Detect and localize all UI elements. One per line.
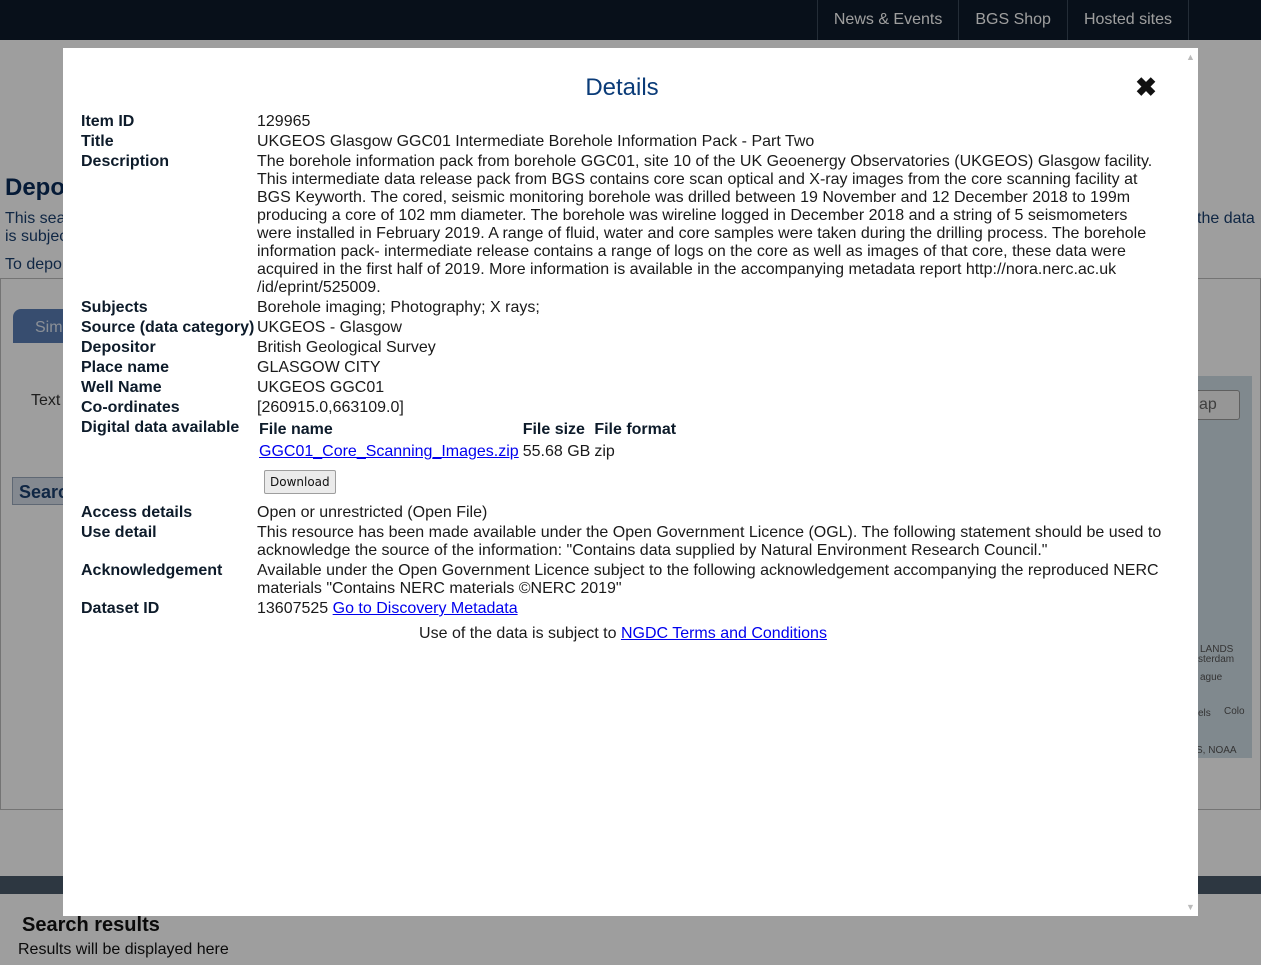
terms-text: Use of the data is subject to <box>419 625 621 642</box>
file-size: 55.68 GB <box>522 443 591 460</box>
value-subjects: Borehole imaging; Photography; X rays; <box>257 299 540 316</box>
discovery-metadata-link[interactable]: Go to Discovery Metadata <box>333 600 518 617</box>
value-use-detail: This resource has been made available un… <box>257 524 1172 560</box>
files-table-header: File name File size File format <box>257 420 678 441</box>
value-coordinates: [260915.0,663109.0] <box>257 399 404 416</box>
close-icon[interactable]: ✖ <box>1133 74 1159 100</box>
label-subjects: Subjects <box>81 299 148 316</box>
file-name-link[interactable]: GGC01_Core_Scanning_Images.zip <box>259 443 519 460</box>
label-title: Title <box>81 133 114 150</box>
column-file-name: File name <box>259 421 333 438</box>
label-depositor: Depositor <box>81 339 156 356</box>
value-description: The borehole information pack from boreh… <box>257 153 1162 297</box>
download-button[interactable]: Download <box>264 470 336 494</box>
value-well-name: UKGEOS GGC01 <box>257 379 385 396</box>
use-detail-line: acknowledge the source of the informatio… <box>257 542 1048 559</box>
description-line: were installed in February 2019. A range… <box>257 225 1147 242</box>
terms-link[interactable]: NGDC Terms and Conditions <box>621 625 827 642</box>
value-title: UKGEOS Glasgow GGC01 Intermediate Boreho… <box>257 133 815 150</box>
description-line: The borehole information pack from boreh… <box>257 153 1153 170</box>
value-dataset-id: 13607525 Go to Discovery Metadata <box>257 600 1172 618</box>
column-file-format: File format <box>594 421 677 438</box>
modal-scrollbar[interactable]: ▲ ▼ <box>1183 48 1198 916</box>
description-line: producing a core of 102 mm diameter. The… <box>257 207 1128 224</box>
value-depositor: British Geological Survey <box>257 339 436 356</box>
label-item-id: Item ID <box>81 113 135 130</box>
label-use-detail: Use detail <box>81 524 157 541</box>
scroll-up-arrow-icon[interactable]: ▲ <box>1183 50 1198 64</box>
column-file-size: File size <box>522 421 585 438</box>
label-source: Source (data category) <box>81 319 255 336</box>
label-access-details: Access details <box>81 504 193 521</box>
label-digital-data: Digital data available <box>81 419 240 436</box>
use-detail-line: This resource has been made available un… <box>257 524 1162 541</box>
value-place-name: GLASGOW CITY <box>257 359 381 376</box>
file-format: zip <box>594 443 615 460</box>
scroll-down-arrow-icon[interactable]: ▼ <box>1183 900 1198 914</box>
label-dataset-id: Dataset ID <box>81 600 160 617</box>
label-place-name: Place name <box>81 359 170 376</box>
value-source: UKGEOS - Glasgow <box>257 319 402 336</box>
description-line: /id/eprint/525009. <box>257 279 381 296</box>
modal-title: Details <box>585 74 659 101</box>
acknowledgement-line: Available under the Open Government Lice… <box>257 562 1159 579</box>
label-description: Description <box>81 153 170 170</box>
table-row: GGC01_Core_Scanning_Images.zip 55.68 GB … <box>257 441 678 463</box>
acknowledgement-line: materials "Contains NERC materials ©NERC… <box>257 580 622 597</box>
description-line: information pack- intermediate release c… <box>257 243 1126 260</box>
value-item-id: 129965 <box>257 113 311 130</box>
label-acknowledgement: Acknowledgement <box>81 562 223 579</box>
dataset-id-number: 13607525 <box>257 600 329 617</box>
description-line: BGS Keyworth. The cored, seismic monitor… <box>257 189 1131 206</box>
label-coordinates: Co-ordinates <box>81 399 180 416</box>
terms-notice: Use of the data is subject to NGDC Terms… <box>63 625 1183 643</box>
description-line: acquired in the first half of 2019. More… <box>257 261 1117 278</box>
description-line: This intermediate data release pack from… <box>257 171 1138 188</box>
value-acknowledgement: Available under the Open Government Lice… <box>257 562 1172 598</box>
label-well-name: Well Name <box>81 379 162 396</box>
files-table: File name File size File format GGC01_Co… <box>257 420 678 463</box>
value-access-details: Open or unrestricted (Open File) <box>257 504 488 521</box>
